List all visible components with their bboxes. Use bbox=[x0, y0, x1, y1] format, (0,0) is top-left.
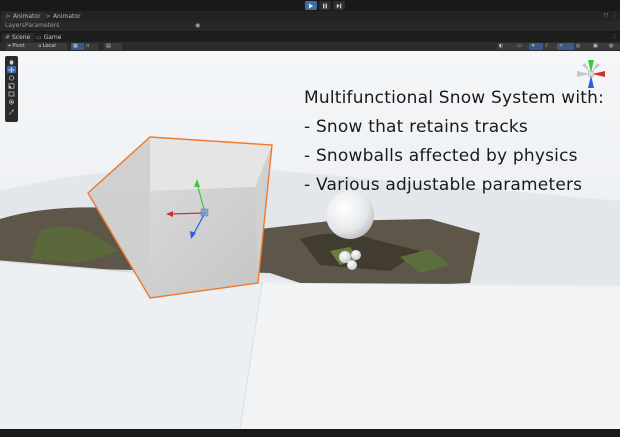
grid-icon: ▤ bbox=[106, 43, 111, 49]
custom-tool-button[interactable] bbox=[7, 108, 16, 115]
tab-layers[interactable]: Layers bbox=[5, 21, 25, 31]
snap-increment-button[interactable]: ∩ bbox=[84, 43, 98, 50]
tab-scene-label: Scene bbox=[11, 34, 31, 41]
scale-tool-button[interactable] bbox=[7, 82, 16, 89]
hidden-objects-button[interactable]: ◎ bbox=[574, 43, 592, 50]
pause-icon bbox=[323, 3, 327, 8]
scene-viewport[interactable]: Multifunctional Snow System with: - Snow… bbox=[0, 51, 620, 429]
tab-game[interactable]: ▭ Game bbox=[33, 33, 65, 42]
pivot-dropdown[interactable]: ⌖ Pivot bbox=[6, 43, 37, 50]
rect-transform-icon bbox=[8, 91, 15, 96]
local-dropdown[interactable]: ⌂ Local bbox=[36, 43, 67, 50]
camera-icon: ▣ bbox=[593, 43, 598, 49]
feature-text-overlay: Multifunctional Snow System with: - Snow… bbox=[304, 84, 604, 200]
game-icon: ▭ bbox=[36, 34, 42, 41]
tab-animator-1[interactable]: ⊳ Animator bbox=[2, 12, 45, 21]
step-icon bbox=[336, 3, 342, 8]
local-label: Local bbox=[42, 43, 56, 49]
tab-animator-2-label: Animator bbox=[52, 13, 81, 20]
grid-snapping-button[interactable]: ▦ bbox=[71, 43, 85, 50]
play-controls-bar bbox=[0, 0, 620, 11]
scene-tab-row: # Scene ▭ Game ⋮ bbox=[0, 33, 620, 42]
eye-slash-icon: ◎ bbox=[576, 43, 581, 49]
overlay-line-4: - Various adjustable parameters bbox=[304, 175, 583, 195]
play-icon bbox=[309, 3, 314, 8]
rotate-icon bbox=[8, 74, 15, 81]
tab-parameters[interactable]: Parameters bbox=[25, 21, 59, 31]
effects-dropdown[interactable]: ✧ bbox=[557, 43, 575, 50]
audio-toggle-button[interactable]: ♪ bbox=[543, 43, 557, 50]
hand-tool-button[interactable] bbox=[7, 58, 16, 65]
play-button[interactable] bbox=[305, 1, 317, 10]
grid-visibility-button[interactable]: ▤ bbox=[104, 43, 122, 50]
transform-icon bbox=[8, 98, 15, 105]
audio-icon: ♪ bbox=[545, 43, 549, 49]
transform-tools-panel bbox=[5, 56, 18, 122]
pause-button[interactable] bbox=[319, 1, 331, 10]
gizmo-icon: ◍ bbox=[609, 43, 614, 49]
rotate-tool-button[interactable] bbox=[7, 74, 16, 81]
gizmos-dropdown[interactable]: ◍ bbox=[607, 43, 620, 50]
tab-game-label: Game bbox=[43, 34, 62, 41]
pivot-label: Pivot bbox=[12, 43, 25, 49]
pivot-icon: ⌖ bbox=[8, 43, 11, 49]
rect-tool-button[interactable] bbox=[7, 90, 16, 97]
more-menu-icon[interactable]: ⋮ bbox=[612, 12, 618, 19]
scale-icon bbox=[8, 82, 15, 89]
overlay-line-3: - Snowballs affected by physics bbox=[304, 146, 578, 166]
scene-icon: # bbox=[5, 34, 11, 41]
overlay-line-2: - Snow that retains tracks bbox=[304, 117, 528, 137]
hand-icon bbox=[9, 59, 14, 64]
light-icon: ✦ bbox=[531, 43, 536, 49]
animator-subtab-row: Layers Parameters ◉ bbox=[0, 21, 620, 31]
lock-icon[interactable]: ⊓ bbox=[604, 12, 609, 19]
z-axis-cone bbox=[588, 75, 594, 88]
tab-animator-1-label: Animator bbox=[12, 13, 41, 20]
2d-icon: ▭ bbox=[517, 43, 522, 49]
2d-toggle-button[interactable]: ▭ bbox=[515, 43, 529, 50]
status-bar bbox=[0, 429, 620, 437]
move-tool-button[interactable] bbox=[7, 66, 16, 73]
orientation-gizmo[interactable] bbox=[574, 57, 608, 91]
local-icon: ⌂ bbox=[38, 43, 42, 49]
magnet-icon: ∩ bbox=[86, 43, 90, 49]
draw-mode-dropdown[interactable]: ◐ bbox=[497, 43, 515, 50]
shading-icon: ◐ bbox=[499, 43, 504, 49]
eye-icon[interactable]: ◉ bbox=[195, 22, 200, 29]
effects-icon: ✧ bbox=[559, 43, 564, 49]
animator-icon: ⊳ bbox=[6, 13, 12, 20]
tab-animator-2[interactable]: ⊳ Animator bbox=[42, 12, 85, 21]
transform-tool-button[interactable] bbox=[7, 98, 16, 105]
overlay-line-1: Multifunctional Snow System with: bbox=[304, 88, 605, 108]
tab-scene[interactable]: # Scene bbox=[2, 33, 35, 42]
step-button[interactable] bbox=[333, 1, 345, 10]
wrench-icon bbox=[9, 109, 14, 115]
grid-icon: ▦ bbox=[73, 43, 78, 49]
more-menu-icon[interactable]: ⋮ bbox=[612, 33, 618, 40]
animator-icon: ⊳ bbox=[46, 13, 52, 20]
lighting-toggle-button[interactable]: ✦ bbox=[529, 43, 543, 50]
move-icon bbox=[8, 66, 15, 73]
x-axis-cone bbox=[592, 71, 605, 77]
